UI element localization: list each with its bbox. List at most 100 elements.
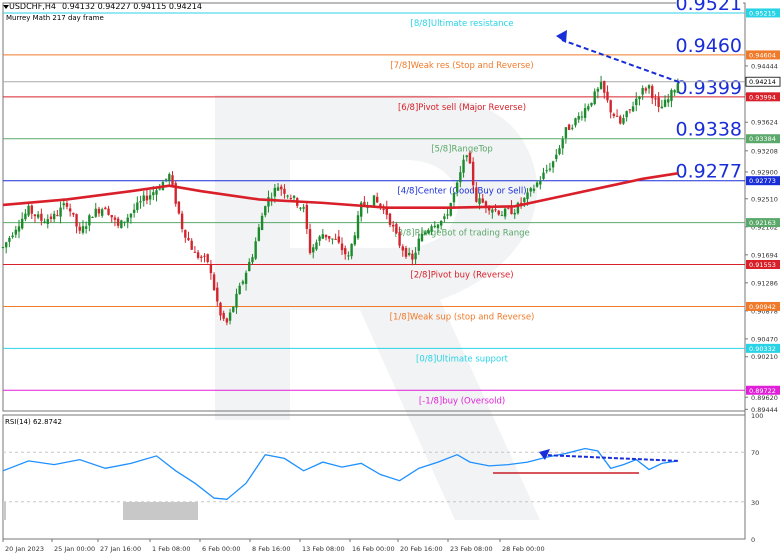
- candle-body: [4, 242, 8, 248]
- candle-body: [14, 229, 17, 235]
- x-tick-label: 25 Jan 00:00: [54, 545, 95, 553]
- murrey-level-label: [7/8]Weak res (Stop and Reverse): [390, 61, 533, 71]
- candle-body: [206, 254, 209, 262]
- candle-body: [56, 215, 59, 217]
- candle-body: [184, 229, 187, 238]
- candle-body: [465, 155, 468, 158]
- candle-body: [558, 148, 561, 155]
- candle-body: [398, 232, 401, 246]
- candle-body: [171, 175, 174, 185]
- x-tick-label: 6 Feb 00:00: [202, 545, 241, 553]
- murrey-price-label: 0.91553: [749, 261, 776, 269]
- rsi-line: [2, 447, 678, 500]
- candle-body: [353, 235, 357, 245]
- candle-body: [177, 201, 181, 214]
- candle-body: [8, 237, 11, 242]
- rsi-shaded-zone: [123, 502, 198, 520]
- murrey-level-label: [4/8]Center (Good Buy or Sell): [397, 187, 526, 197]
- candle-body: [548, 168, 552, 170]
- y-tick-label: 0.90210: [751, 353, 778, 361]
- candle-body: [551, 161, 555, 168]
- candle-body: [65, 203, 69, 207]
- candle-body: [615, 115, 619, 117]
- candle-body: [280, 186, 283, 190]
- candle-body: [436, 224, 440, 229]
- murrey-price-label: 0.93994: [749, 93, 776, 101]
- candle-body: [40, 213, 43, 221]
- candle-body: [36, 214, 40, 218]
- rsi-forecast-arrow-line: [543, 454, 678, 462]
- candle-body: [654, 98, 657, 100]
- big-price-label: 0.9338: [676, 119, 742, 141]
- candle-body: [535, 182, 539, 187]
- candle-body: [407, 252, 411, 255]
- candle-body: [52, 213, 56, 220]
- murrey-price-label: 0.92773: [749, 177, 776, 185]
- y-tick-label: 0.89620: [751, 394, 778, 402]
- x-tick-label: 16 Feb 00:00: [352, 545, 395, 553]
- candle-body: [526, 192, 529, 200]
- candle-body: [84, 226, 88, 229]
- candle-body: [91, 216, 94, 218]
- candle-body: [75, 214, 78, 227]
- candle-body: [404, 247, 408, 257]
- candle-body: [660, 106, 664, 109]
- candle-body: [219, 302, 222, 316]
- candle-body: [100, 209, 104, 216]
- candle-body: [88, 215, 91, 226]
- candle-body: [430, 226, 433, 232]
- candle-body: [344, 248, 347, 255]
- candle-body: [372, 195, 376, 207]
- candle-body: [209, 263, 213, 274]
- candle-body: [292, 195, 296, 198]
- candle-body: [1, 247, 5, 249]
- x-tick-label: 1 Feb 08:00: [152, 545, 191, 553]
- big-price-label: 0.9277: [676, 161, 742, 183]
- candle-body: [331, 238, 334, 240]
- candle-body: [193, 251, 197, 253]
- candle-body: [545, 170, 548, 172]
- candle-body: [420, 233, 424, 242]
- murrey-level-label: [0/8]Ultimate support: [416, 354, 509, 364]
- candle-body: [628, 109, 632, 111]
- price-chart[interactable]: 0.944440.940300.936240.932080.929000.925…: [0, 0, 782, 557]
- candle-body: [478, 198, 481, 204]
- candle-body: [212, 274, 216, 290]
- candle-body: [459, 172, 462, 183]
- murrey-price-label: 0.95215: [749, 9, 776, 17]
- candle-body: [574, 118, 577, 126]
- candle-body: [523, 197, 526, 202]
- candle-body: [635, 98, 638, 106]
- candle-body: [449, 203, 452, 216]
- y-tick-label: 0.93624: [751, 119, 778, 127]
- candle-body: [257, 227, 261, 241]
- candle-body: [657, 97, 660, 107]
- candle-body: [129, 213, 133, 218]
- candle-body: [446, 214, 449, 216]
- candle-body: [651, 86, 654, 99]
- candle-body: [148, 195, 152, 200]
- candle-body: [564, 127, 568, 138]
- candle-body: [196, 252, 200, 258]
- candle-body: [238, 285, 241, 295]
- candle-body: [136, 202, 139, 210]
- candle-body: [315, 242, 318, 250]
- candle-body: [200, 256, 203, 258]
- candle-body: [491, 209, 494, 213]
- candle-body: [299, 207, 302, 209]
- murrey-level-label: [2/8]Pivot buy (Reverse): [410, 270, 513, 280]
- x-tick-label: 8 Feb 16:00: [252, 545, 291, 553]
- candle-body: [187, 237, 190, 241]
- candle-body: [113, 217, 117, 220]
- candle-body: [401, 246, 404, 251]
- x-tick-label: 23 Feb 08:00: [450, 545, 493, 553]
- candle-body: [24, 213, 27, 220]
- candle-body: [340, 243, 344, 251]
- candle-body: [497, 210, 500, 215]
- candle-body: [123, 221, 126, 223]
- candle-body: [391, 224, 395, 227]
- candle-body: [248, 262, 251, 272]
- candle-body: [312, 247, 315, 253]
- candle-body: [587, 106, 590, 110]
- candle-body: [308, 229, 312, 254]
